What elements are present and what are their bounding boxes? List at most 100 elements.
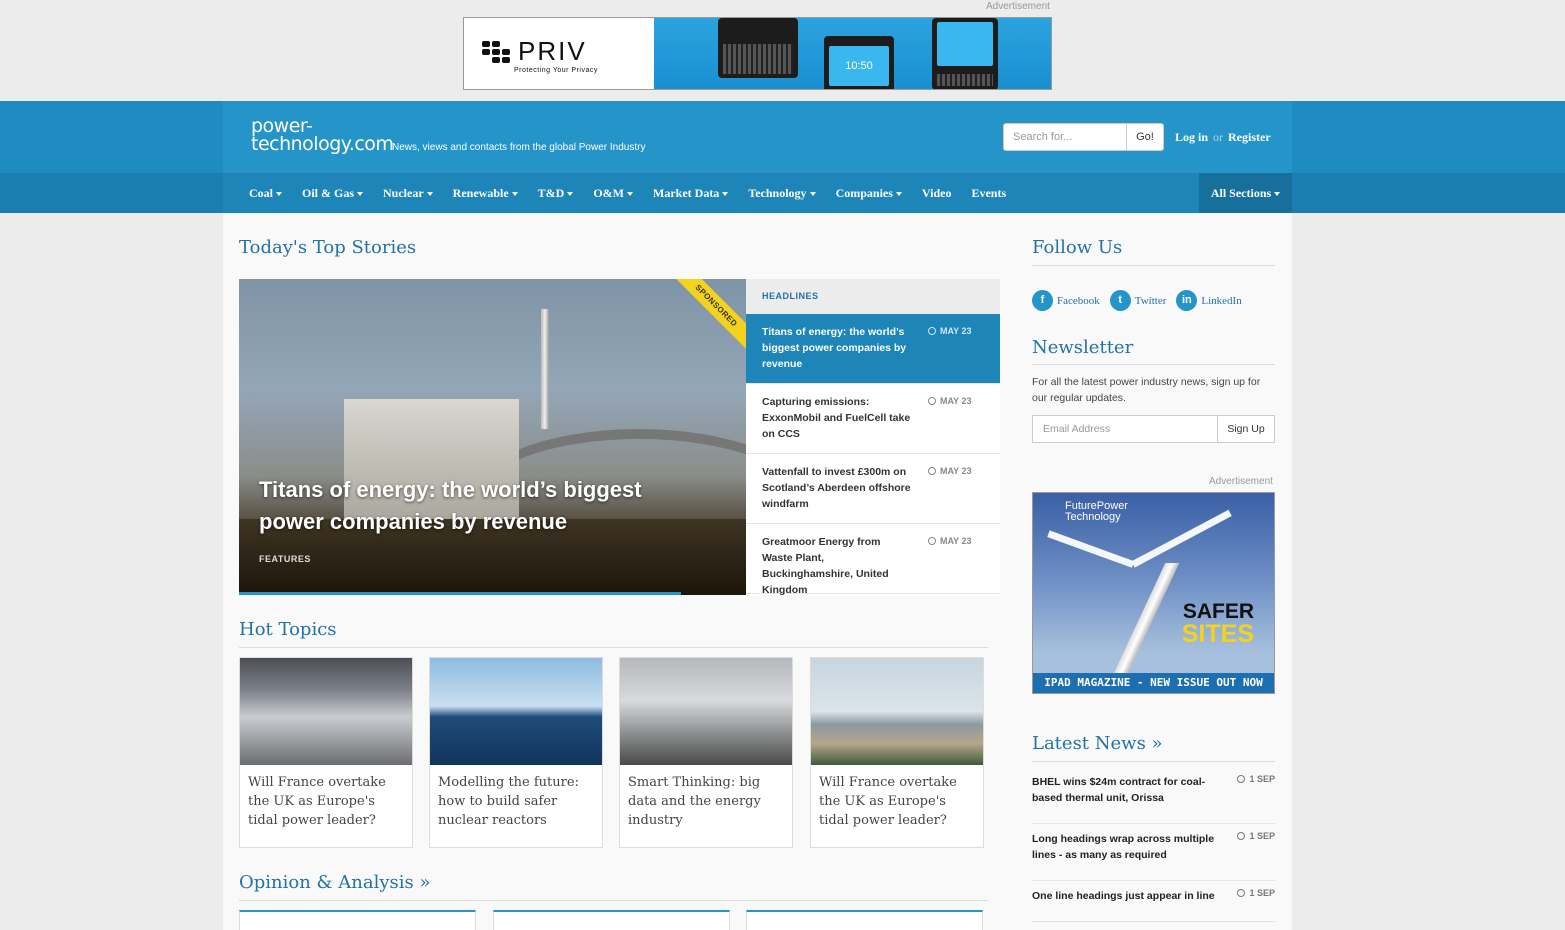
latest-news-title[interactable]: Long headings wrap across multiple lines… — [1032, 831, 1222, 863]
clock-icon — [928, 467, 936, 475]
topic-title[interactable]: Will France overtake the UK as Europe's … — [811, 765, 983, 838]
chevron-down-icon — [1274, 192, 1281, 197]
chevron-down-icon — [895, 191, 902, 196]
site-logo[interactable]: power- technology.com — [251, 117, 394, 154]
chevron-down-icon — [276, 191, 282, 196]
nav-item[interactable]: O&M — [593, 186, 633, 201]
signup-button[interactable]: Sign Up — [1217, 415, 1275, 443]
follow-us-title: Follow Us — [1032, 237, 1123, 258]
nav-item[interactable]: Coal — [249, 186, 282, 201]
latest-news-item[interactable]: Long headings wrap across multiple lines… — [1032, 831, 1275, 881]
twitter-icon: t — [1109, 290, 1131, 311]
divider — [1032, 761, 1275, 762]
newsletter-title: Newsletter — [1032, 337, 1134, 358]
opinion-card[interactable] — [239, 910, 476, 930]
headline-title[interactable]: Capturing emissions: ExxonMobil and Fuel… — [762, 394, 912, 442]
sponsored-badge: SPONSORED — [667, 279, 746, 355]
advertisement-label: Advertisement — [1209, 476, 1273, 487]
chimney-image — [541, 309, 549, 429]
hero-title[interactable]: Titans of energy: the world’s biggest po… — [259, 474, 679, 538]
latest-news-date: 1 SEP — [1237, 774, 1275, 784]
opinion-card[interactable] — [493, 910, 730, 930]
main-nav: Coal Oil & Gas Nuclear Renewable T&D O&M Marke… — [0, 173, 1565, 213]
magazine-banner: IPAD MAGAZINE - NEW ISSUE OUT NOW — [1033, 673, 1274, 693]
headline-date: MAY 23 — [928, 326, 972, 336]
chevron-down-icon — [627, 191, 633, 196]
nav-item[interactable]: Market Data — [653, 186, 729, 201]
headline-item[interactable]: Vattenfall to invest £300m on Scotland’s… — [746, 454, 1000, 524]
site-tagline: News, views and contacts from the global… — [392, 142, 646, 153]
latest-news-date: 1 SEP — [1237, 888, 1275, 898]
clock-icon — [928, 327, 936, 335]
divider — [239, 900, 988, 901]
clock-icon — [1237, 832, 1246, 840]
topic-card[interactable]: Modelling the future: how to build safer… — [429, 657, 603, 848]
headline-item[interactable]: Greatmoor Energy from Waste Plant, Bucki… — [746, 524, 1000, 596]
headline-date: MAY 23 — [928, 396, 972, 406]
nav-item[interactable]: Oil & Gas — [302, 186, 364, 201]
divider — [239, 647, 988, 648]
search-go-button[interactable]: Go! — [1126, 123, 1164, 151]
social-link-facebook[interactable]: f Facebook — [1032, 290, 1100, 311]
nav-item[interactable]: T&D — [538, 186, 574, 201]
nav-item[interactable]: Technology — [748, 186, 816, 201]
topic-title[interactable]: Modelling the future: how to build safer… — [430, 765, 602, 838]
topic-card[interactable]: Will France overtake the UK as Europe's … — [810, 657, 984, 848]
register-link[interactable]: Register — [1228, 130, 1271, 144]
leaderboard-ad[interactable]: PRIV Protecting Your Privacy 10:50 — [463, 17, 1052, 90]
ad-brand: PRIV — [518, 36, 587, 66]
topic-image[interactable] — [620, 658, 792, 765]
chevron-down-icon — [511, 191, 518, 196]
hot-topics-title: Hot Topics — [239, 619, 337, 640]
magazine-headline: SAFER SITES — [1181, 600, 1254, 648]
nav-item[interactable]: Renewable — [453, 186, 518, 201]
topic-title[interactable]: Will France overtake the UK as Europe's … — [240, 765, 412, 838]
latest-news-item[interactable]: One line headings just appear in line 1 S… — [1032, 888, 1275, 922]
headline-title[interactable]: Vattenfall to invest £300m on Scotland’s… — [762, 464, 912, 512]
all-sections-button[interactable]: All Sections — [1199, 173, 1292, 213]
magazine-logo: FuturePower Technology — [1065, 500, 1128, 523]
opinion-title[interactable]: Opinion & Analysis » — [239, 872, 431, 893]
hero-story[interactable]: SPONSORED Titans of energy: the world’s … — [239, 279, 746, 595]
topic-card[interactable]: Smart Thinking: big data and the energy … — [619, 657, 793, 848]
social-link-linkedin[interactable]: in LinkedIn — [1176, 290, 1242, 311]
headline-item[interactable]: Titans of energy: the world’s biggest po… — [746, 314, 1000, 384]
hero-category[interactable]: FEATURES — [259, 554, 311, 564]
blackberry-logo-icon — [482, 40, 510, 63]
nav-item[interactable]: Nuclear — [383, 186, 433, 201]
search-input[interactable]: Search for... — [1003, 123, 1127, 151]
headline-item[interactable]: Capturing emissions: ExxonMobil and Fuel… — [746, 384, 1000, 454]
phone-image: 10:50 — [824, 36, 894, 89]
opinion-card[interactable] — [746, 910, 983, 930]
social-link-twitter[interactable]: t Twitter — [1109, 290, 1166, 311]
headline-title[interactable]: Titans of energy: the world’s biggest po… — [762, 324, 912, 372]
topic-image[interactable] — [430, 658, 602, 765]
divider — [1032, 364, 1275, 365]
chevron-down-icon — [357, 191, 364, 196]
topic-image[interactable] — [240, 658, 412, 765]
magazine-ad[interactable]: FuturePower Technology SAFER SITES IPAD … — [1032, 492, 1275, 694]
ad-phones-image: 10:50 — [654, 18, 1051, 89]
headline-date: MAY 23 — [928, 536, 972, 546]
topic-card[interactable]: Will France overtake the UK as Europe's … — [239, 657, 413, 848]
hero-progress-bar — [239, 592, 681, 595]
auth-or: or — [1213, 130, 1224, 144]
site-header: power- technology.com News, views and co… — [0, 101, 1565, 173]
topic-title[interactable]: Smart Thinking: big data and the energy … — [620, 765, 792, 838]
login-link[interactable]: Log in — [1175, 130, 1208, 144]
latest-news-title[interactable]: One line headings just appear in line — [1032, 888, 1222, 904]
facebook-icon: f — [1032, 290, 1053, 311]
auth-links: Log in or Register — [1175, 130, 1271, 145]
clock-icon — [1237, 889, 1246, 897]
clock-icon — [928, 537, 936, 545]
nav-item[interactable]: Companies — [836, 186, 902, 201]
latest-news-title[interactable]: Latest News » — [1032, 733, 1163, 754]
email-field[interactable]: Email Address — [1032, 415, 1218, 443]
chevron-down-icon — [426, 191, 433, 196]
topic-image[interactable] — [811, 658, 983, 765]
latest-news-title[interactable]: BHEL wins $24m contract for coal-based t… — [1032, 774, 1222, 806]
headline-title[interactable]: Greatmoor Energy from Waste Plant, Bucki… — [762, 534, 912, 598]
nav-item[interactable]: Video — [922, 186, 952, 201]
latest-news-item[interactable]: BHEL wins $24m contract for coal-based t… — [1032, 774, 1275, 824]
nav-item[interactable]: Events — [971, 186, 1006, 201]
